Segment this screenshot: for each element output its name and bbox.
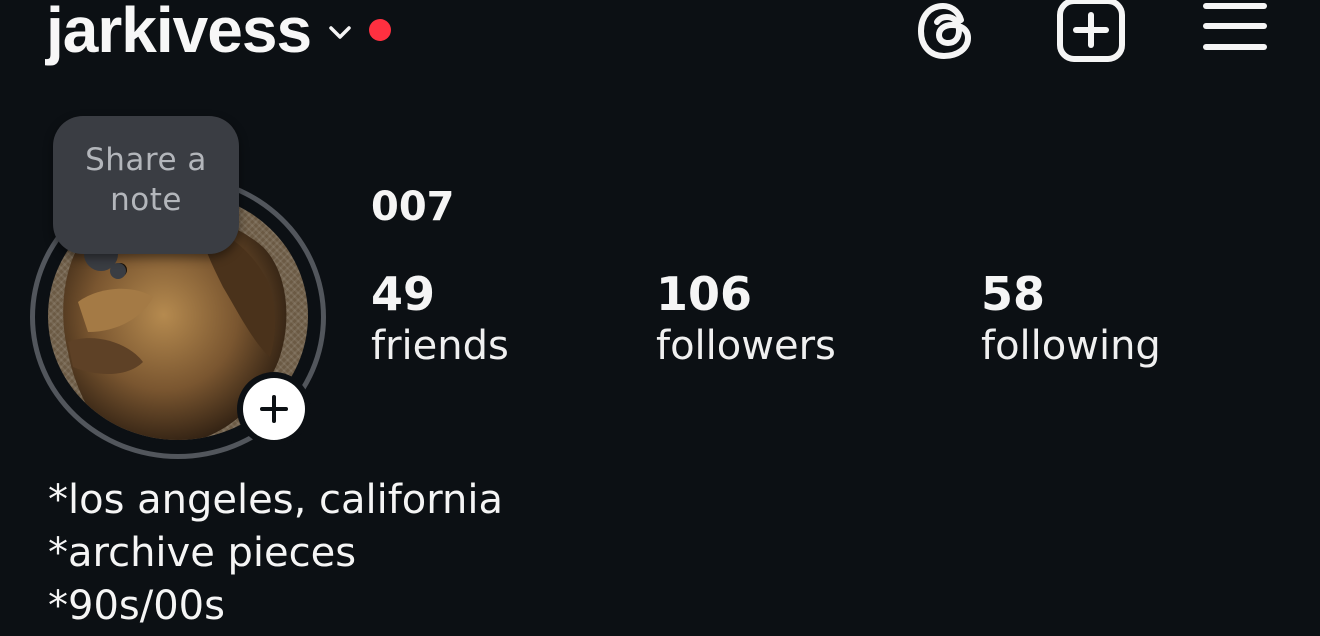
plus-icon: [260, 395, 288, 423]
friends-label: friends: [371, 323, 509, 369]
profile-bio: *los angeles, california *archive pieces…: [48, 474, 503, 633]
account-switcher[interactable]: jarkivess: [46, 0, 392, 66]
profile-header: jarkivess: [0, 0, 1320, 90]
add-story-button[interactable]: [237, 372, 311, 446]
profile-page: jarkivess Share a note 007 49 friends 10…: [0, 0, 1320, 636]
following-count: 58: [981, 267, 1046, 321]
share-note-text[interactable]: Share a note: [53, 140, 239, 220]
friends-stat[interactable]: 49 friends: [371, 268, 509, 372]
bio-line: *archive pieces: [48, 530, 357, 576]
add-post-icon[interactable]: [1056, 0, 1126, 62]
following-label: following: [981, 323, 1161, 369]
followers-count: 106: [656, 267, 753, 321]
followers-stat[interactable]: 106 followers: [656, 268, 836, 372]
add-story-circle: [243, 378, 305, 440]
followers-label: followers: [656, 323, 836, 369]
bio-line: *los angeles, california: [48, 477, 503, 523]
following-stat[interactable]: 58 following: [981, 268, 1161, 372]
threads-icon[interactable]: [914, 0, 980, 64]
bio-line: *90s/00s: [48, 583, 225, 629]
username[interactable]: jarkivess: [46, 0, 312, 66]
menu-icon[interactable]: [1202, 0, 1268, 54]
notification-dot: [369, 19, 392, 41]
chevron-down-icon[interactable]: [325, 18, 355, 48]
display-name: 007: [371, 184, 455, 230]
friends-count: 49: [371, 267, 436, 321]
